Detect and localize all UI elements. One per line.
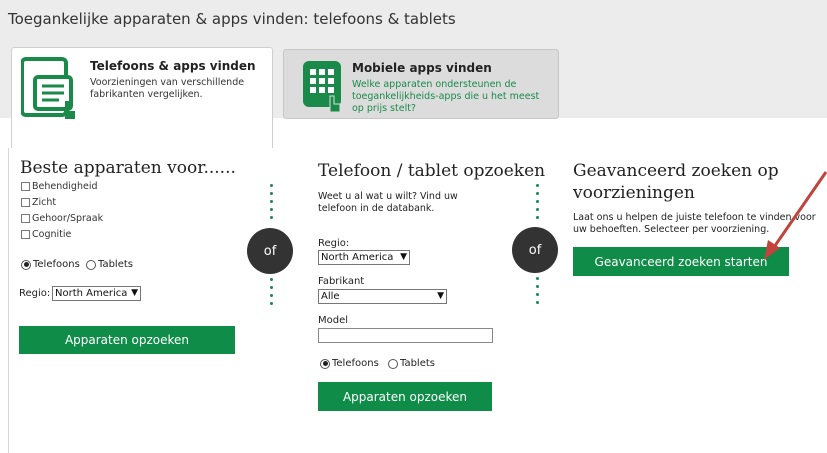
checkbox-dexterity[interactable]: Behendigheid xyxy=(21,181,97,192)
apps-grid-icon xyxy=(302,60,348,116)
radio-button[interactable] xyxy=(21,259,31,270)
advanced-search-button[interactable]: Geavanceerd zoeken starten xyxy=(573,247,789,276)
separator-dots xyxy=(270,278,273,310)
separator-dots xyxy=(536,184,539,224)
radio-label: Telefoons xyxy=(33,259,80,270)
panel-border xyxy=(8,148,9,453)
checkbox-box[interactable] xyxy=(21,230,30,239)
lookup-intro: Weet u al wat u wilt? Vind uw telefoon i… xyxy=(318,191,458,214)
annotation-arrow-icon xyxy=(764,171,827,260)
checkbox-label: Cognitie xyxy=(32,229,72,240)
radio-tablets[interactable]: Tablets xyxy=(86,259,133,270)
tab-description: Welke apparaten ondersteunen de toeganke… xyxy=(352,79,540,114)
radio-phones[interactable]: Telefoons xyxy=(21,259,80,270)
model-label: Model xyxy=(318,315,349,326)
lookup-title: Telefoon / tablet opzoeken xyxy=(318,161,546,181)
tab-description: Voorzieningen van verschillende fabrikan… xyxy=(90,77,245,100)
tab-find-mobile-apps[interactable]: Mobiele apps vinden Welke apparaten onde… xyxy=(283,49,559,119)
checkbox-hearing-speech[interactable]: Gehoor/Spraak xyxy=(21,213,103,224)
checkbox-cognition[interactable]: Cognitie xyxy=(21,229,71,240)
phone-tablet-icon xyxy=(20,57,85,125)
select-value: North America xyxy=(55,288,128,299)
region-label: Regio: xyxy=(19,288,51,299)
radio-button[interactable] xyxy=(86,259,96,270)
manufacturer-label: Fabrikant xyxy=(318,276,365,287)
tab-title: Mobiele apps vinden xyxy=(352,61,492,75)
region-select[interactable]: North America ▼ xyxy=(52,286,141,301)
separator-dots xyxy=(536,277,539,309)
tab-title: Telefoons & apps vinden xyxy=(90,59,256,73)
chevron-down-icon: ▼ xyxy=(400,252,407,262)
select-value: North America xyxy=(321,252,394,263)
checkbox-label: Gehoor/Spraak xyxy=(32,213,104,224)
region-label: Regio: xyxy=(318,238,350,249)
radio-phones[interactable]: Telefoons xyxy=(320,358,379,369)
tab-find-phones-apps[interactable]: Telefoons & apps vinden Voorzieningen va… xyxy=(11,47,273,148)
or-badge: of xyxy=(512,227,558,273)
checkbox-box[interactable] xyxy=(21,214,30,223)
radio-label: Tablets xyxy=(400,358,435,369)
chevron-down-icon: ▼ xyxy=(131,288,138,298)
or-badge: of xyxy=(247,228,293,274)
checkbox-label: Zicht xyxy=(32,197,57,208)
radio-tablets[interactable]: Tablets xyxy=(388,358,435,369)
page-title: Toegankelijke apparaten & apps vinden: t… xyxy=(8,10,456,28)
checkbox-box[interactable] xyxy=(21,198,30,207)
manufacturer-select[interactable]: Alle ▼ xyxy=(318,289,447,304)
checkbox-label: Behendigheid xyxy=(32,181,98,192)
checkbox-box[interactable] xyxy=(21,182,30,191)
radio-label: Tablets xyxy=(98,259,133,270)
chevron-down-icon: ▼ xyxy=(437,291,444,301)
checkbox-vision[interactable]: Zicht xyxy=(21,197,56,208)
select-value: Alle xyxy=(321,291,340,302)
radio-label: Telefoons xyxy=(332,358,379,369)
best-devices-title: Beste apparaten voor...... xyxy=(20,158,236,178)
region-select[interactable]: North America ▼ xyxy=(318,250,410,265)
find-devices-button[interactable]: Apparaten opzoeken xyxy=(318,382,492,411)
separator-dots xyxy=(270,184,273,224)
model-input[interactable] xyxy=(318,328,493,343)
find-devices-button[interactable]: Apparaten opzoeken xyxy=(19,326,235,354)
radio-button[interactable] xyxy=(320,358,330,369)
radio-button[interactable] xyxy=(388,358,398,369)
